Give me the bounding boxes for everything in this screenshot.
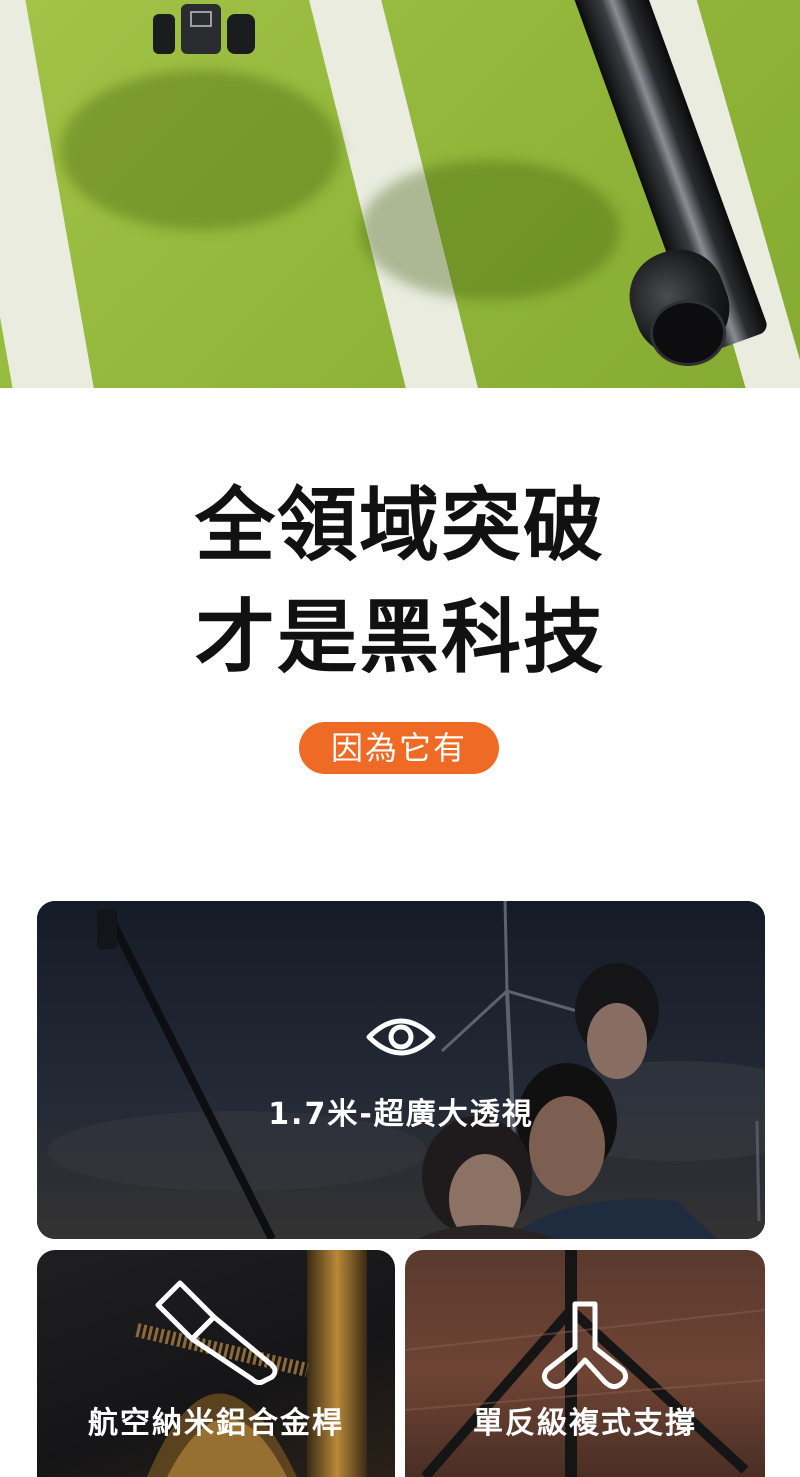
family-scene [37, 901, 765, 1239]
feature-title-view: 1.7米-超廣大透視 [268, 1097, 534, 1132]
feature-title-support: 單反級複式支撐 [473, 1406, 697, 1441]
tripod-icon [541, 1301, 629, 1390]
hero-image [0, 0, 800, 388]
headline-line-2: 才是黑科技 [195, 591, 605, 684]
phone-clip-icon [153, 4, 255, 54]
tag-pill: 因為它有 [299, 722, 499, 774]
tube-icon [155, 1280, 278, 1385]
feature-card-view: 1.7米-超廣大透視 [37, 901, 765, 1239]
headline: 全領域突破 才是黑科技 [0, 470, 800, 694]
feature-title-alloy: 航空納米鋁合金桿 [88, 1406, 344, 1441]
feature-card-alloy: 航空納米鋁合金桿 [37, 1250, 395, 1477]
feature-card-support: 單反級複式支撐 [405, 1250, 765, 1477]
clip-shadow [60, 70, 340, 230]
headline-line-1: 全領域突破 [195, 479, 605, 572]
pole-shadow [360, 160, 620, 300]
pole-end-cap [650, 300, 726, 366]
eye-icon [366, 1018, 436, 1056]
